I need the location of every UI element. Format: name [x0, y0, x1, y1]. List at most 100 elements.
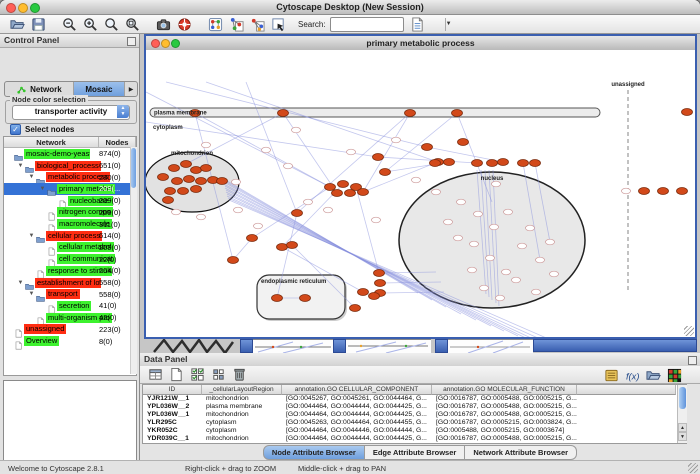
table-cell[interactable]: [GO:0016787, GO:0005488, GO:0005215, G..… [432, 395, 577, 403]
network-node-small[interactable] [284, 163, 293, 169]
zoom-selected-icon[interactable] [102, 16, 120, 32]
network-node[interactable] [358, 289, 369, 296]
network-node[interactable] [332, 190, 343, 197]
tree-row-response-to-stimulu[interactable]: response to stimulu264(0) [4, 265, 137, 277]
search-combo[interactable]: ▼ [330, 17, 404, 32]
network-node[interactable] [158, 174, 169, 181]
table-cell[interactable]: [GO:0016787, GO:0005488, GO:0005215, G..… [432, 403, 577, 411]
network-node[interactable] [369, 293, 380, 300]
network-node-small[interactable] [512, 277, 521, 283]
table-row-ypl036w__2[interactable]: YPL036W__2plasma membrane[GO:0044464, GO… [143, 403, 577, 411]
window-resize-grip[interactable] [688, 463, 698, 473]
tree-expander-icon[interactable]: ▼ [28, 174, 35, 180]
network-node-small[interactable] [412, 177, 421, 183]
network-node-small[interactable] [254, 223, 263, 229]
attribute-batch-icon[interactable] [409, 16, 427, 32]
background-window-titlebar[interactable] [533, 339, 697, 352]
network-node[interactable] [358, 189, 369, 196]
network-node[interactable] [184, 176, 195, 183]
tree-expander-icon[interactable]: ▼ [39, 186, 46, 192]
network-node[interactable] [430, 160, 441, 167]
network-node[interactable] [191, 186, 202, 193]
table-cell[interactable]: YKR052C [143, 427, 202, 435]
network-node-small[interactable] [197, 214, 206, 220]
network-node-small[interactable] [502, 269, 511, 275]
network-node[interactable] [191, 167, 202, 174]
table-cell[interactable]: YPL036W__2 [143, 403, 202, 411]
select-nodes-checkbox[interactable]: ✓ [10, 124, 21, 135]
minimize-network-button[interactable] [161, 39, 170, 48]
network-resize-grip[interactable] [684, 326, 694, 336]
network-node-small[interactable] [470, 241, 479, 247]
mosaic-heatmap-icon[interactable] [665, 367, 683, 383]
network-node[interactable] [530, 160, 541, 167]
network-window[interactable]: primary metabolic process plasma membran… [144, 34, 697, 339]
unselect-all-attributes-icon[interactable] [209, 367, 227, 383]
network-node[interactable] [181, 161, 192, 168]
network-node[interactable] [682, 109, 693, 116]
network-node-small[interactable] [432, 189, 441, 195]
network-node-small[interactable] [486, 255, 495, 261]
table-column-cellular-component[interactable]: annotation.GO CELLULAR_COMPONENT [282, 385, 432, 395]
network-node[interactable] [375, 280, 386, 287]
network-node-small[interactable] [468, 267, 477, 273]
network-node-small[interactable] [536, 257, 545, 263]
table-cell[interactable]: [GO:0044464, GO:0044444, GO:0044425, G..… [282, 435, 432, 443]
table-row-ylr295c[interactable]: YLR295Ccytoplasm[GO:0045263, GO:0044464,… [143, 419, 577, 427]
network-node-small[interactable] [392, 137, 401, 143]
table-cell[interactable]: YDR039C__1 [143, 435, 202, 443]
tree-expander-icon[interactable]: ▼ [17, 163, 24, 169]
network-node[interactable] [487, 160, 498, 167]
network-node[interactable] [178, 188, 189, 195]
table-cell[interactable]: YJR121W__1 [143, 395, 202, 403]
table-cell[interactable]: [GO:0044464, GO:0044444, GO:0044425, G..… [282, 411, 432, 419]
network-node[interactable] [444, 159, 455, 166]
tab-mosaic[interactable]: Mosaic [74, 82, 125, 96]
tab-overflow-arrow[interactable]: ▶ [125, 82, 137, 96]
network-node-small[interactable] [347, 149, 356, 155]
tree-row-establishment-of-lo[interactable]: ▼establishment of lo558(0) [4, 277, 137, 289]
network-node-small[interactable] [490, 224, 499, 230]
network-node-small[interactable] [324, 207, 333, 213]
network-node[interactable] [196, 178, 207, 185]
tree-expander-icon[interactable]: ▼ [17, 280, 24, 286]
network-node[interactable] [325, 184, 336, 191]
network-node[interactable] [405, 110, 416, 117]
table-cell[interactable]: YLR295C [143, 419, 202, 427]
close-window-button[interactable] [6, 3, 16, 13]
network-node[interactable] [658, 188, 669, 195]
table-cell[interactable]: plasma membrane [202, 403, 282, 411]
network-node-small[interactable] [546, 239, 555, 245]
tree-row-macromolecule[interactable]: macromolecule311(0) [4, 218, 137, 230]
table-column-id[interactable]: ID [143, 385, 202, 395]
network-node-small[interactable] [292, 127, 301, 133]
node-color-dropdown[interactable]: transporter activity ▲▼ [12, 105, 130, 120]
tree-row-mosaic-demo-yeast[interactable]: mosaic-demo-yeast874(0) [4, 148, 137, 160]
network-node[interactable] [228, 257, 239, 264]
network-node-small[interactable] [172, 209, 181, 215]
table-column-molecular-function[interactable]: annotation.GO MOLECULAR_FUNCTION [432, 385, 577, 395]
network-node-small[interactable] [532, 289, 541, 295]
zoom-out-icon[interactable] [60, 16, 78, 32]
network-node-small[interactable] [262, 147, 271, 153]
tree-scrollbar-thumb[interactable] [131, 148, 136, 188]
tree-row-metabolic-process[interactable]: ▼metabolic process280(0) [4, 171, 137, 183]
network-node[interactable] [677, 188, 688, 195]
network-node-small[interactable] [372, 217, 381, 223]
network-node-small[interactable] [622, 188, 631, 194]
table-cell[interactable]: mitochondrion [202, 411, 282, 419]
tab-edge-attribute-browser[interactable]: Edge Attribute Browser [365, 445, 465, 460]
table-cell[interactable]: [GO:0045267, GO:0045261, GO:0044464, G..… [282, 395, 432, 403]
network-node[interactable] [350, 305, 361, 312]
manual-layout-icon[interactable] [269, 16, 287, 32]
help-lifesaver-icon[interactable] [175, 16, 193, 32]
network-node[interactable] [169, 165, 180, 172]
background-window-overview[interactable] [152, 339, 242, 353]
table-cell[interactable]: [GO:0044464, GO:0044444, GO:0044425, G..… [282, 403, 432, 411]
network-node[interactable] [373, 154, 384, 161]
network-node-small[interactable] [550, 271, 559, 277]
app-titlebar[interactable]: Cytoscape Desktop (New Session) [0, 0, 700, 15]
network-node[interactable] [163, 197, 174, 204]
function-builder-icon[interactable] [623, 367, 641, 383]
network-node[interactable] [277, 244, 288, 251]
